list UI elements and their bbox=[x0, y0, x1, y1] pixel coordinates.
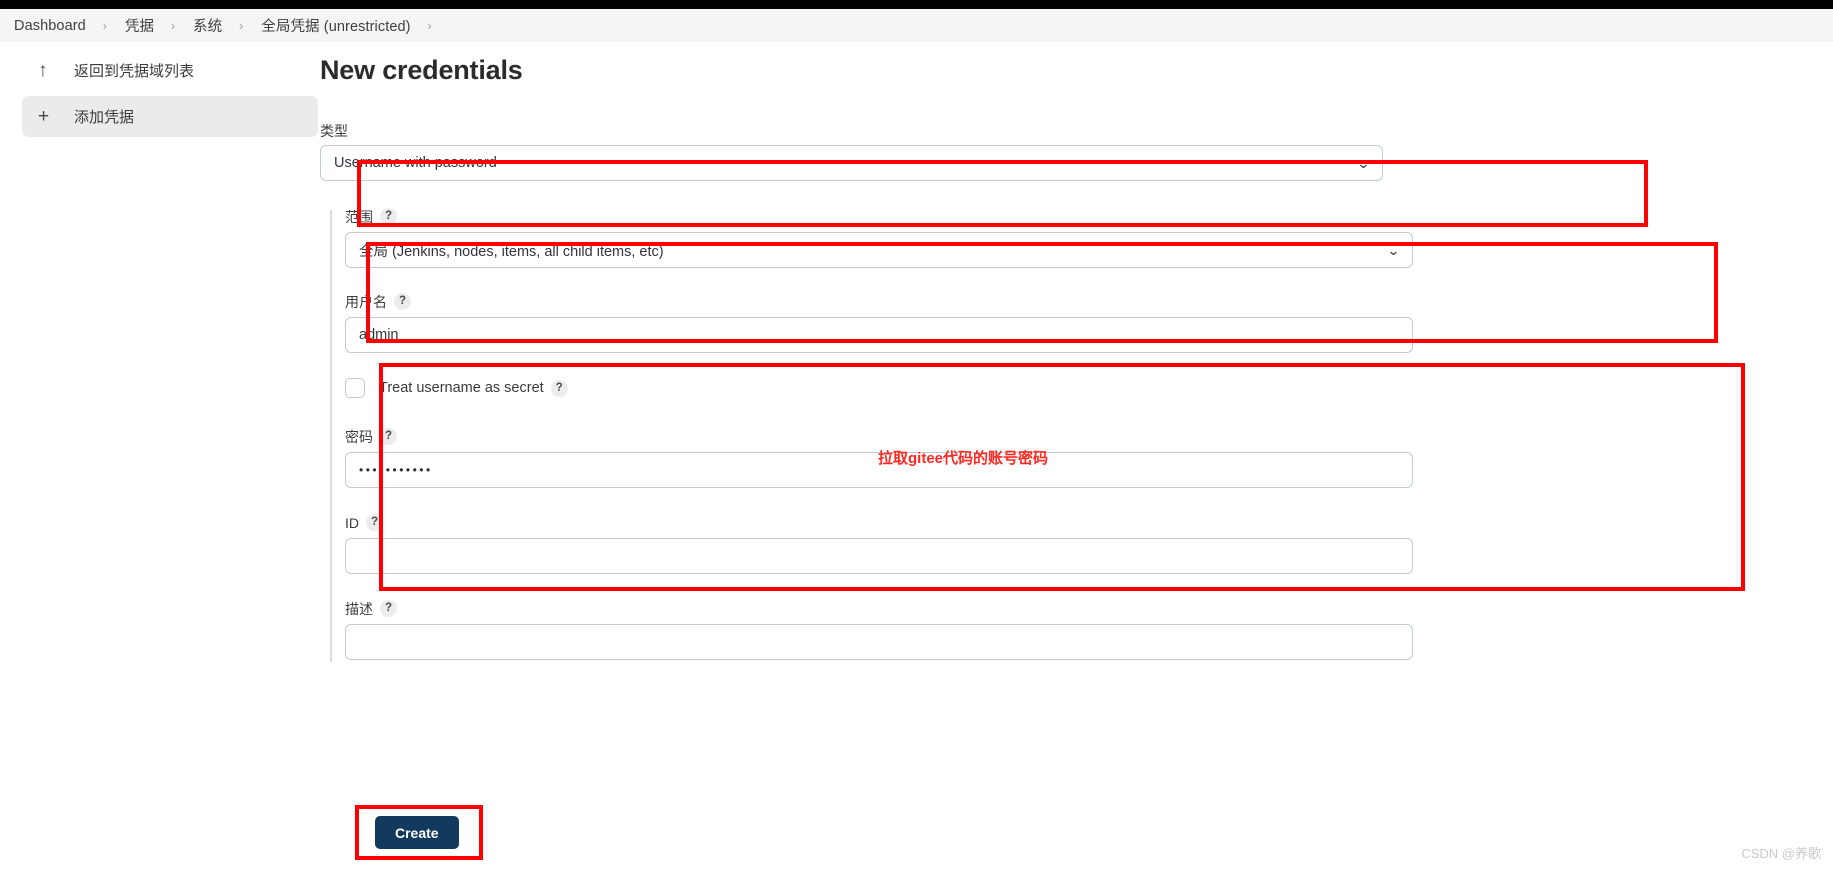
field-description: 描述 ? bbox=[345, 600, 1413, 660]
breadcrumb: Dashboard › 凭据 › 系统 › 全局凭据 (unrestricted… bbox=[0, 9, 1833, 42]
plus-icon: + bbox=[38, 106, 50, 127]
sidebar-item-label: 返回到凭据域列表 bbox=[74, 63, 195, 80]
field-username-label-text: 用户名 bbox=[345, 293, 387, 310]
help-icon[interactable]: ? bbox=[380, 600, 397, 617]
sidebar-item-label: 添加凭据 bbox=[74, 109, 135, 126]
scope-select[interactable]: 全局 (Jenkins, nodes, items, all child ite… bbox=[345, 232, 1413, 268]
sidebar-item-back-to-domain-list[interactable]: ↑ 返回到凭据域列表 bbox=[22, 50, 318, 91]
breadcrumb-item-global-credentials[interactable]: 全局凭据 (unrestricted) bbox=[257, 15, 414, 36]
field-username: 用户名 ? admin bbox=[345, 293, 1413, 353]
field-scope-label: 范围 ? bbox=[345, 208, 1413, 225]
main-content: New credentials bbox=[320, 55, 1720, 120]
treat-username-as-secret-label: Treat username as secret bbox=[379, 380, 544, 396]
field-username-label: 用户名 ? bbox=[345, 293, 1413, 310]
field-description-label-text: 描述 bbox=[345, 600, 373, 617]
watermark: CSDN @养歌 bbox=[1741, 846, 1821, 861]
chevron-down-icon: ⌄ bbox=[1356, 155, 1371, 171]
field-password-label-text: 密码 bbox=[345, 428, 373, 445]
field-scope-label-text: 范围 bbox=[345, 208, 373, 225]
page-title: New credentials bbox=[320, 55, 523, 85]
chevron-down-icon: ⌄ bbox=[1386, 242, 1401, 258]
breadcrumb-separator-icon: › bbox=[239, 18, 244, 33]
help-icon[interactable]: ? bbox=[366, 514, 383, 531]
treat-username-as-secret-checkbox[interactable] bbox=[345, 378, 365, 398]
field-description-label: 描述 ? bbox=[345, 600, 1413, 617]
breadcrumb-separator-icon: › bbox=[102, 18, 107, 33]
field-id-label-text: ID bbox=[345, 514, 359, 531]
kind-select-value: Username with password bbox=[334, 155, 497, 171]
scope-select-value: 全局 (Jenkins, nodes, items, all child ite… bbox=[359, 243, 664, 260]
password-input-value: ••••••••••• bbox=[359, 463, 433, 477]
field-group-divider bbox=[330, 210, 332, 662]
username-input[interactable]: admin bbox=[345, 317, 1413, 353]
field-kind: 类型 Username with password ⌄ bbox=[320, 124, 1383, 181]
help-icon[interactable]: ? bbox=[380, 208, 397, 225]
create-button[interactable]: Create bbox=[375, 816, 459, 849]
help-icon[interactable]: ? bbox=[380, 428, 397, 445]
field-kind-label-text: 类型 bbox=[320, 123, 348, 139]
breadcrumb-item-system[interactable]: 系统 bbox=[189, 15, 226, 36]
field-id: ID ? bbox=[345, 514, 1413, 574]
help-icon[interactable]: ? bbox=[550, 379, 568, 397]
field-id-label: ID ? bbox=[345, 514, 1413, 531]
field-treat-username-as-secret: Treat username as secret ? bbox=[345, 378, 568, 398]
field-scope: 范围 ? 全局 (Jenkins, nodes, items, all chil… bbox=[345, 208, 1413, 268]
breadcrumb-separator-icon: › bbox=[427, 18, 432, 33]
description-input[interactable] bbox=[345, 624, 1413, 660]
breadcrumb-item-credentials[interactable]: 凭据 bbox=[121, 15, 158, 36]
arrow-up-icon: ↑ bbox=[38, 60, 48, 81]
sidebar: ↑ 返回到凭据域列表 + 添加凭据 bbox=[0, 50, 340, 170]
top-black-bar bbox=[0, 0, 1833, 9]
help-icon[interactable]: ? bbox=[394, 293, 411, 310]
id-input[interactable] bbox=[345, 538, 1413, 574]
field-password-label: 密码 ? bbox=[345, 428, 1413, 445]
field-kind-label: 类型 bbox=[320, 124, 1383, 138]
annotation-note: 拉取gitee代码的账号密码 bbox=[878, 450, 1049, 467]
sidebar-item-add-credentials[interactable]: + 添加凭据 bbox=[22, 96, 318, 137]
username-input-value: admin bbox=[359, 327, 399, 343]
breadcrumb-item-dashboard[interactable]: Dashboard bbox=[10, 18, 90, 34]
breadcrumb-separator-icon: › bbox=[171, 18, 176, 33]
kind-select[interactable]: Username with password ⌄ bbox=[320, 145, 1383, 181]
